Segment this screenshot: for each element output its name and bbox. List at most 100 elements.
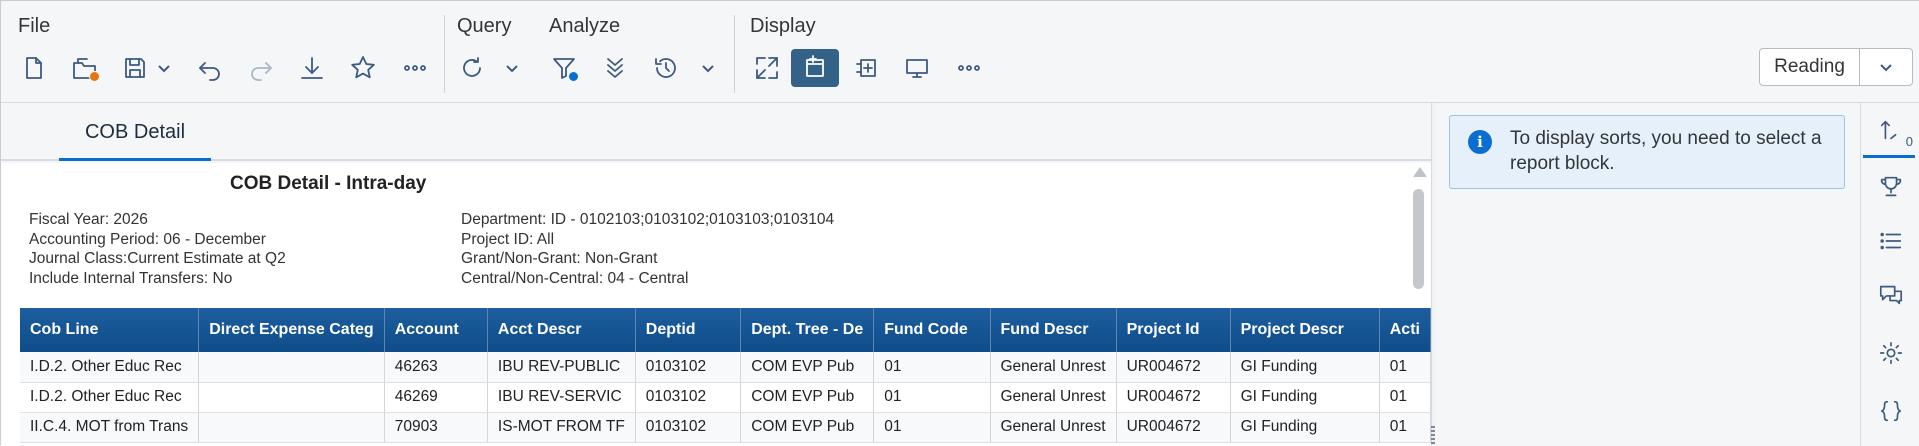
column-header[interactable]: Project Id: [1116, 308, 1231, 352]
code-view-button[interactable]: [1867, 389, 1915, 433]
column-header[interactable]: Acct Descr: [487, 308, 636, 352]
info-message-text: To display sorts, you need to select a r…: [1510, 128, 1822, 174]
scroll-up-arrow[interactable]: [1413, 167, 1427, 177]
info-message-strip: i To display sorts, you need to select a…: [1449, 115, 1845, 189]
table-cell[interactable]: UR004672: [1116, 412, 1231, 443]
report-table[interactable]: Cob Line Direct Expense Categ Account Ac…: [20, 308, 1431, 443]
table-cell[interactable]: I.D.2. Other Educ Rec: [20, 382, 200, 413]
table-cell[interactable]: COM EVP Pub: [740, 412, 875, 443]
toolbar: File Query Analyze Display Reading: [1, 1, 1919, 103]
table-cell[interactable]: General Unrest: [990, 382, 1117, 413]
sort-panel-button[interactable]: 0: [1867, 109, 1915, 153]
column-header[interactable]: Dept. Tree - De: [740, 308, 875, 352]
table-cell[interactable]: II.C.4. MOT from Trans: [20, 412, 200, 443]
table-cell[interactable]: I.D.2. Other Educ Rec: [20, 352, 200, 383]
column-header[interactable]: Cob Line: [20, 308, 200, 352]
undo-icon: [199, 62, 220, 81]
table-row[interactable]: I.D.2. Other Educ Rec 46263 IBU REV-PUBL…: [20, 352, 1431, 383]
scroll-thumb[interactable]: [1413, 189, 1424, 289]
reading-mode-selector[interactable]: Reading: [1759, 48, 1913, 86]
app-window: File Query Analyze Display Reading COB D…: [0, 0, 1919, 446]
table-cell[interactable]: 01: [873, 412, 991, 443]
monitor-button[interactable]: [897, 49, 937, 87]
table-cell[interactable]: UR004672: [1116, 352, 1231, 383]
chevron-down-icon: [158, 65, 170, 73]
table-row[interactable]: II.C.4. MOT from Trans 70903 IS-MOT FROM…: [20, 412, 1431, 443]
info-icon: i: [1468, 130, 1492, 154]
structure-mode-button[interactable]: [791, 49, 839, 87]
display-more-button[interactable]: [949, 49, 989, 87]
reading-mode-label[interactable]: Reading: [1760, 49, 1860, 85]
ranking-trophy-icon: [1880, 176, 1902, 197]
new-document-button[interactable]: [13, 49, 53, 87]
column-header[interactable]: Account: [384, 308, 488, 352]
reading-mode-caret[interactable]: [1860, 49, 1912, 85]
list-button[interactable]: [1867, 219, 1915, 263]
chevron-down-icon: [506, 65, 518, 73]
settings-button[interactable]: [1867, 331, 1915, 375]
history-button[interactable]: [646, 49, 686, 87]
favorite-button[interactable]: [343, 49, 383, 87]
table-cell[interactable]: GI Funding: [1230, 382, 1380, 413]
column-header[interactable]: Project Descr: [1230, 308, 1380, 352]
table-cell[interactable]: General Unrest: [990, 412, 1117, 443]
refresh-button[interactable]: [452, 49, 492, 87]
open-button[interactable]: [65, 49, 105, 87]
comments-button[interactable]: [1867, 273, 1915, 317]
file-more-button[interactable]: [395, 49, 435, 87]
drill-button[interactable]: [595, 49, 635, 87]
download-button[interactable]: [292, 49, 332, 87]
redo-button[interactable]: [241, 49, 281, 87]
tab-cob-detail[interactable]: COB Detail: [59, 103, 211, 161]
ranking-button[interactable]: [1867, 165, 1915, 209]
comments-icon: [1879, 285, 1903, 305]
filter-department: Department: ID - 0102103;0103102;0103103…: [461, 211, 835, 228]
table-cell[interactable]: [198, 382, 385, 413]
table-cell[interactable]: 46269: [384, 382, 488, 413]
table-cell[interactable]: IS-MOT FROM TF: [487, 412, 636, 443]
filter-button[interactable]: [544, 49, 584, 87]
table-row[interactable]: I.D.2. Other Educ Rec 46269 IBU REV-SERV…: [20, 382, 1431, 413]
filter-internal-transfers: Include Internal Transfers: No: [29, 269, 233, 287]
refresh-menu-caret[interactable]: [501, 49, 523, 87]
table-cell[interactable]: [198, 412, 385, 443]
table-cell[interactable]: [198, 352, 385, 383]
settings-icon: [1879, 341, 1903, 365]
column-header[interactable]: Fund Code: [873, 308, 991, 352]
report-vertical-scrollbar[interactable]: [1411, 163, 1427, 446]
table-cell[interactable]: 01: [873, 352, 991, 383]
table-cell[interactable]: 0103102: [635, 412, 742, 443]
column-header[interactable]: Deptid: [635, 308, 742, 352]
table-cell[interactable]: 0103102: [635, 352, 742, 383]
table-cell[interactable]: GI Funding: [1230, 352, 1380, 383]
more-icon: [958, 65, 980, 71]
table-cell[interactable]: 46263: [384, 352, 488, 383]
column-header[interactable]: Fund Descr: [990, 308, 1117, 352]
table-cell[interactable]: 0103102: [635, 382, 742, 413]
filter-project-id: Project ID: All: [461, 230, 555, 248]
file-group: File: [1, 1, 441, 103]
table-cell[interactable]: General Unrest: [990, 352, 1117, 383]
table-cell[interactable]: COM EVP Pub: [740, 352, 875, 383]
sort-side-panel: i To display sorts, you need to select a…: [1435, 103, 1860, 446]
filter-grant: Grant/Non-Grant: Non-Grant: [461, 250, 658, 267]
save-button[interactable]: [115, 49, 155, 87]
display-group: Display: [735, 1, 1015, 103]
insert-block-button[interactable]: [847, 49, 887, 87]
refresh-icon: [463, 57, 481, 77]
list-icon: [1880, 232, 1902, 250]
table-cell[interactable]: 01: [873, 382, 991, 413]
history-menu-caret[interactable]: [697, 49, 719, 87]
save-menu-caret[interactable]: [153, 49, 175, 87]
table-cell[interactable]: IBU REV-SERVIC: [487, 382, 636, 413]
fit-page-button[interactable]: [747, 49, 787, 87]
column-header[interactable]: Direct Expense Categ: [198, 308, 385, 352]
table-cell[interactable]: 70903: [384, 412, 488, 443]
undo-button[interactable]: [190, 49, 230, 87]
table-cell[interactable]: IBU REV-PUBLIC: [487, 352, 636, 383]
table-cell[interactable]: COM EVP Pub: [740, 382, 875, 413]
table-cell[interactable]: GI Funding: [1230, 412, 1380, 443]
filter-summary-left: Fiscal Year: 2026 Accounting Period: 06 …: [29, 210, 286, 288]
table-cell[interactable]: UR004672: [1116, 382, 1231, 413]
table-header-row: Cob Line Direct Expense Categ Account Ac…: [20, 308, 1431, 352]
